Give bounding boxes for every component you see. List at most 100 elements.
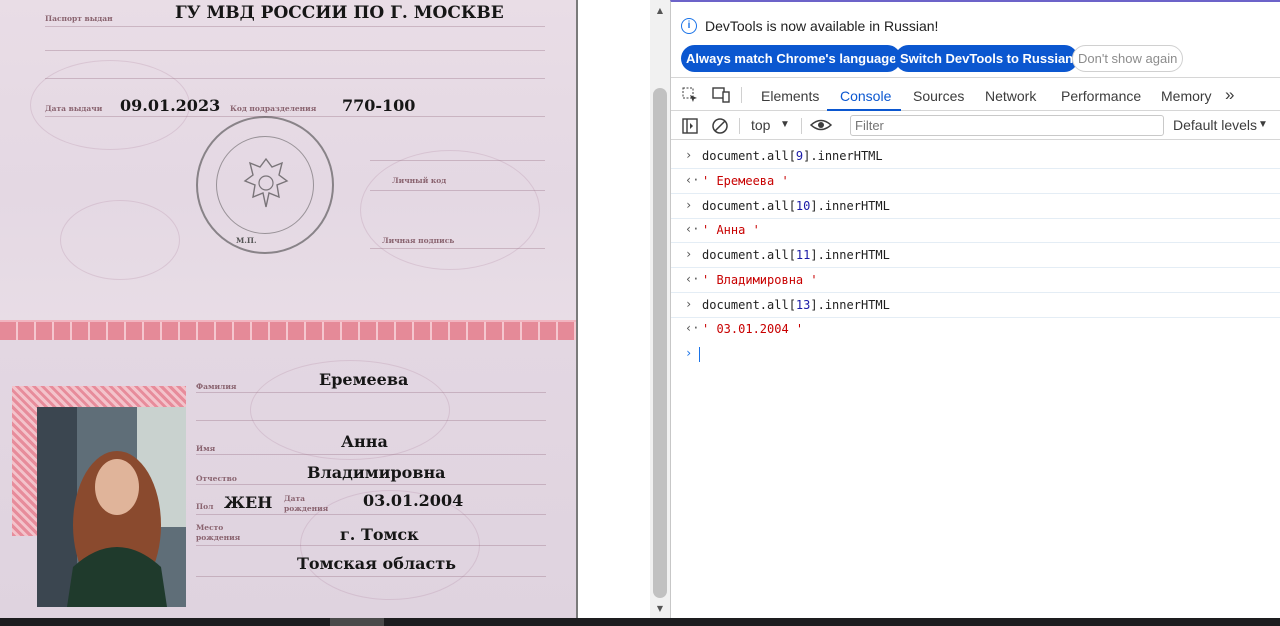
active-tab-indicator: [827, 109, 901, 111]
output-arrow-icon: ‹·: [685, 173, 700, 187]
surname-label: Фамилия: [196, 382, 237, 391]
eye-icon[interactable]: [809, 117, 833, 137]
surname-value: Еремеева: [319, 370, 409, 389]
output-arrow-icon: ‹·: [685, 272, 700, 286]
sidebar-toggle-icon[interactable]: [682, 118, 698, 138]
log-levels-dropdown[interactable]: Default levels: [1173, 117, 1257, 133]
tab-network[interactable]: Network: [985, 88, 1036, 104]
toolbar-separator: [739, 118, 740, 134]
holder-photo: [37, 407, 186, 607]
issued-by-label: Паспорт выдан: [45, 14, 113, 23]
console-input[interactable]: document.all[10].innerHTML: [702, 199, 890, 213]
form-line: [196, 514, 546, 515]
console-output-row: ‹· ' Анна ': [671, 218, 1280, 243]
birth-date-value: 03.01.2004: [363, 491, 464, 510]
console-input-row: › document.all[9].innerHTML: [671, 144, 1280, 169]
issue-date-value: 09.01.2023: [120, 96, 221, 115]
more-tabs-icon[interactable]: »: [1225, 85, 1234, 105]
form-line: [196, 454, 546, 455]
switch-russian-button[interactable]: Switch DevTools to Russian: [895, 45, 1079, 72]
input-chevron-icon: ›: [685, 297, 693, 311]
personal-code-label: Личный код: [392, 176, 447, 185]
info-icon: i: [681, 18, 697, 34]
chevron-down-icon[interactable]: ▼: [1258, 117, 1268, 133]
infobar-message: DevTools is now available in Russian!: [705, 18, 939, 34]
console-result: ' Владимировна ': [702, 273, 818, 287]
code-text: document.all[: [702, 199, 796, 213]
match-language-button[interactable]: Always match Chrome's language: [681, 45, 902, 72]
prompt-chevron-icon: ›: [685, 346, 693, 360]
console-input[interactable]: document.all[9].innerHTML: [702, 149, 883, 163]
tab-console[interactable]: Console: [840, 88, 891, 104]
code-text: document.all[: [702, 248, 796, 262]
tab-performance[interactable]: Performance: [1061, 88, 1141, 104]
code-text: ].innerHTML: [810, 248, 890, 262]
tab-sources[interactable]: Sources: [913, 88, 964, 104]
issued-by-value: ГУ МВД РОССИИ ПО Г. МОСКВЕ: [175, 3, 504, 23]
birth-place-city: г. Томск: [340, 525, 419, 544]
console-input[interactable]: document.all[13].innerHTML: [702, 298, 890, 312]
code-number: 11: [795, 248, 811, 262]
code-text: document.all[: [702, 298, 796, 312]
console-result: ' 03.01.2004 ': [702, 322, 804, 336]
form-line: [45, 116, 545, 117]
context-selector[interactable]: top: [751, 117, 770, 133]
form-line: [196, 545, 546, 546]
output-arrow-icon: ‹·: [685, 321, 700, 335]
scroll-thumb[interactable]: [653, 88, 667, 598]
form-line: [45, 26, 545, 27]
division-code-value: 770-100: [342, 96, 416, 115]
devtools-panel: i DevTools is now available in Russian! …: [670, 0, 1280, 618]
tab-elements[interactable]: Elements: [761, 88, 819, 104]
toolbar-separator: [741, 87, 742, 103]
birth-date-label: Дата рождения: [284, 494, 329, 513]
passport-page: Паспорт выдан ГУ МВД РОССИИ ПО Г. МОСКВЕ…: [0, 0, 576, 618]
console-filter-input[interactable]: [850, 115, 1164, 136]
input-chevron-icon: ›: [685, 148, 693, 162]
birth-place-region: Томская область: [297, 554, 457, 573]
form-line: [370, 160, 545, 161]
console-toolbar: top ▼ Default levels ▼: [671, 112, 1280, 140]
form-line: [196, 484, 546, 485]
page-divider: [576, 0, 578, 618]
inspect-element-icon[interactable]: [682, 87, 698, 107]
sex-label: Пол: [196, 502, 214, 511]
code-text: document.all[: [702, 149, 796, 163]
clear-console-icon[interactable]: [712, 118, 728, 138]
name-value: Анна: [341, 432, 388, 451]
console-result: ' Анна ': [702, 223, 760, 237]
console-input-row: › document.all[10].innerHTML: [671, 194, 1280, 219]
sex-value: ЖЕН: [224, 493, 273, 512]
code-number: 13: [795, 298, 811, 312]
double-eagle-icon: [243, 157, 289, 208]
console-input[interactable]: document.all[11].innerHTML: [702, 248, 890, 262]
stamp-sign: М.П.: [236, 236, 257, 245]
toolbar-separator: [801, 118, 802, 134]
text-caret: [699, 347, 700, 362]
os-taskbar: [0, 618, 1280, 626]
console-input-row: › document.all[11].innerHTML: [671, 243, 1280, 268]
chevron-down-icon[interactable]: ▼: [780, 117, 790, 133]
passport-spine: [0, 320, 576, 342]
division-code-label: Код подразделения: [230, 104, 317, 113]
name-label: Имя: [196, 444, 216, 453]
tab-memory[interactable]: Memory: [1161, 88, 1212, 104]
taskbar-item[interactable]: [330, 618, 384, 626]
dont-show-again-button[interactable]: Don't show again: [1072, 45, 1184, 72]
form-line: [45, 78, 545, 79]
issue-date-label: Дата выдачи: [45, 104, 103, 113]
device-toolbar-icon[interactable]: [712, 87, 730, 107]
birth-place-label: Место рождения: [196, 523, 241, 542]
form-line: [45, 50, 545, 51]
scroll-up-icon[interactable]: ▲: [655, 6, 665, 16]
console-input-row: › document.all[13].innerHTML: [671, 293, 1280, 318]
output-arrow-icon: ‹·: [685, 222, 700, 236]
scroll-down-icon[interactable]: ▼: [655, 604, 665, 614]
guilloche-pattern: [60, 200, 180, 280]
code-text: ].innerHTML: [803, 149, 883, 163]
console-prompt[interactable]: ›: [671, 343, 1280, 365]
input-chevron-icon: ›: [685, 247, 693, 261]
form-line: [196, 392, 546, 393]
console-output-row: ‹· ' Еремеева ': [671, 169, 1280, 194]
stamp-seal: [196, 116, 334, 254]
